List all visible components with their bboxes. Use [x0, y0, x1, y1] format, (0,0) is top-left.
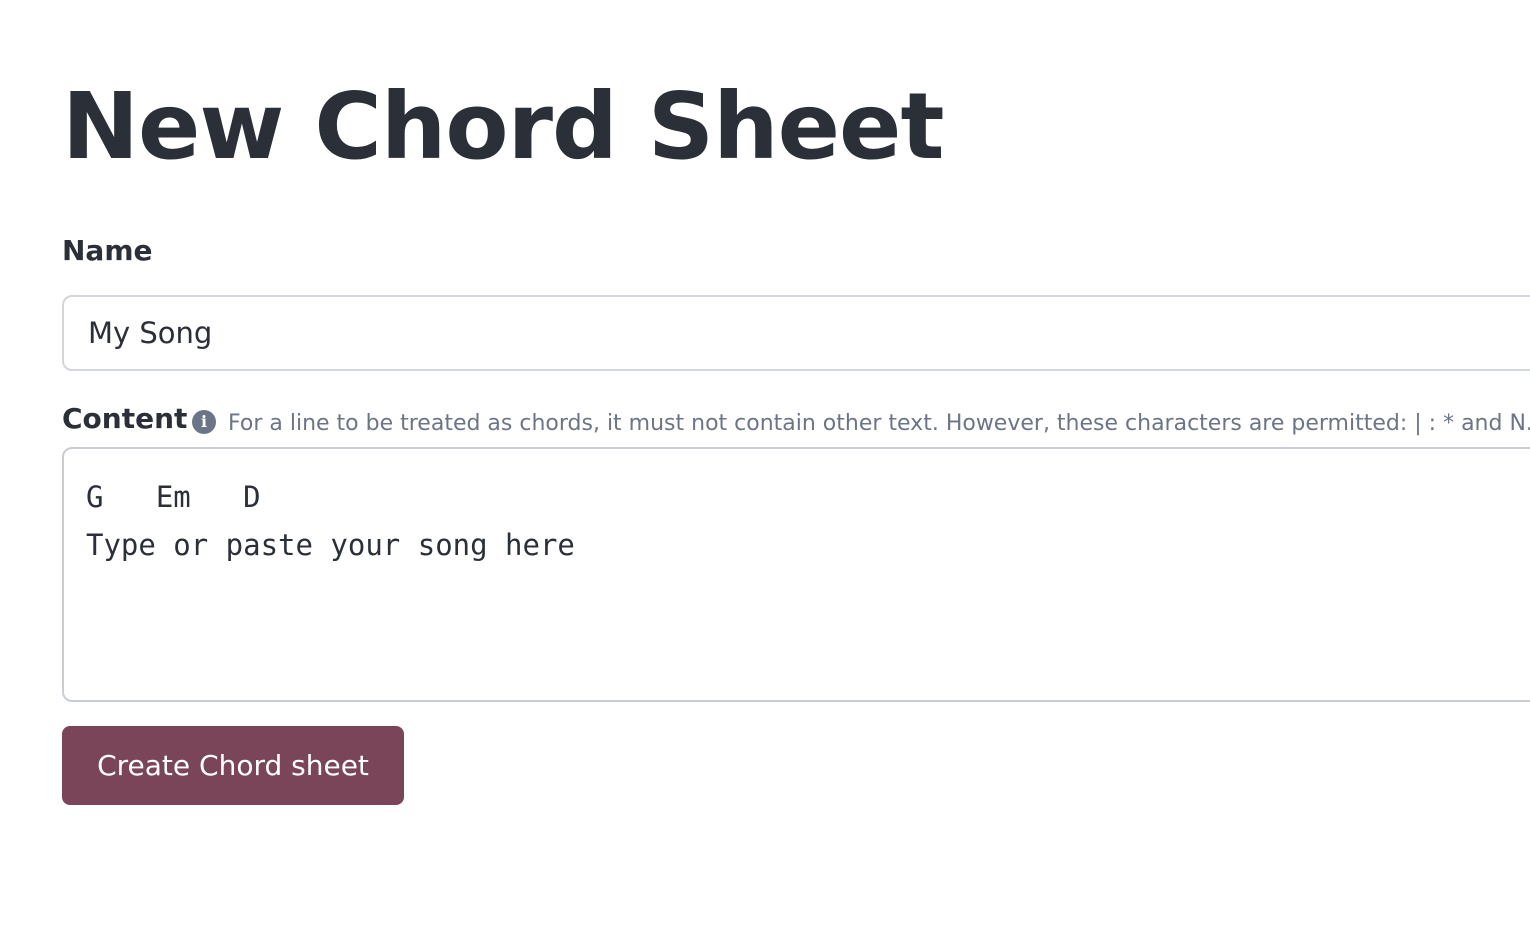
- create-chord-sheet-button[interactable]: Create Chord sheet: [62, 726, 404, 805]
- new-chord-sheet-page: New Chord Sheet Name My Song Content i F…: [0, 0, 1530, 950]
- page-title: New Chord Sheet: [62, 73, 944, 180]
- content-textarea[interactable]: G Em D Type or paste your song here: [62, 447, 1530, 702]
- name-label: Name: [62, 234, 153, 267]
- content-hint: For a line to be treated as chords, it m…: [228, 411, 1530, 436]
- name-input[interactable]: My Song: [62, 295, 1530, 371]
- info-circle-icon[interactable]: i: [192, 410, 216, 434]
- content-label: Content: [62, 402, 188, 435]
